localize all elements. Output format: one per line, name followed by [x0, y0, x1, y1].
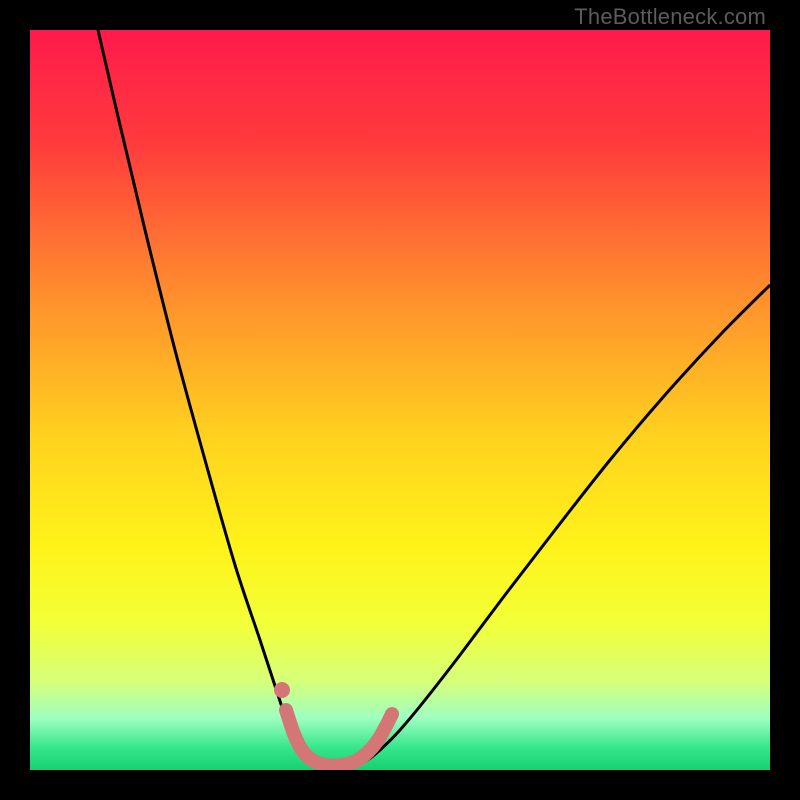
curve-layer: [30, 30, 770, 770]
watermark-text: TheBottleneck.com: [574, 4, 766, 30]
plot-frame: [30, 30, 770, 770]
series-marker-band: [286, 710, 392, 766]
series-marker-dot: [274, 682, 290, 698]
series-right-branch: [338, 285, 770, 767]
series-left-branch: [98, 30, 338, 767]
